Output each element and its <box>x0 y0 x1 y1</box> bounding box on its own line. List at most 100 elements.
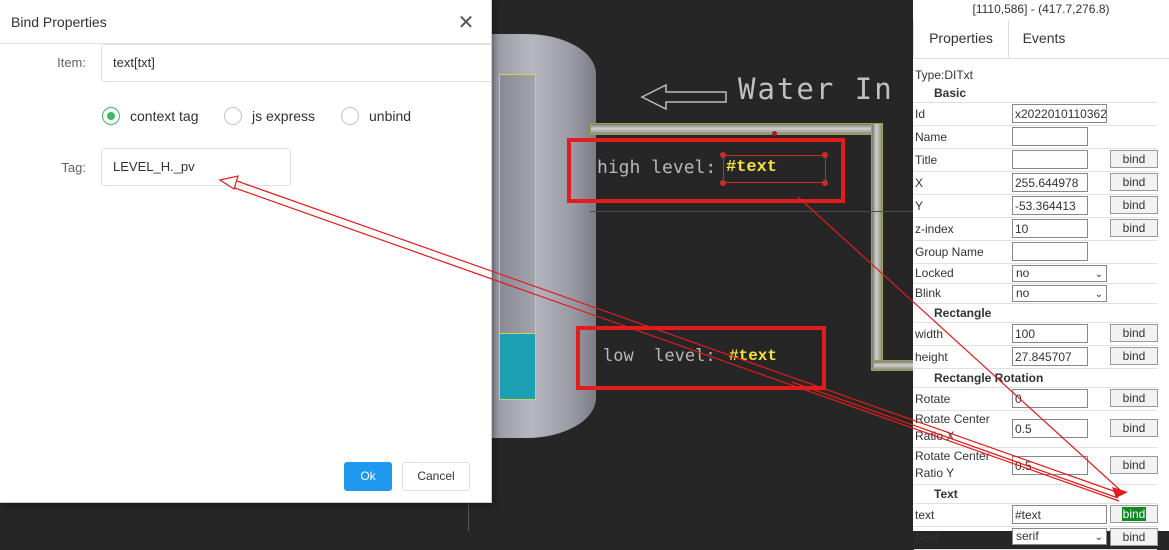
title-field[interactable] <box>1012 150 1088 169</box>
low-level-text-value[interactable]: #text <box>729 347 777 365</box>
name-field[interactable] <box>1012 127 1088 146</box>
row-rotate-center-x: Rotate Center Ratio X 0.5 bind <box>914 411 1158 448</box>
high-level-label: high level: <box>597 157 717 178</box>
row-y: Y -53.364413 bind <box>914 195 1158 218</box>
properties-panel: [1110,586] - (417.7,276.8) Properties Ev… <box>913 0 1169 550</box>
item-field[interactable]: text[txt] <box>101 44 491 82</box>
chevron-down-icon: ⌄ <box>1094 269 1103 280</box>
radio-label: js express <box>252 108 316 124</box>
bind-button[interactable]: bind <box>1110 456 1158 474</box>
prop-label: Font <box>915 531 940 545</box>
pipe-horizontal-top[interactable] <box>590 123 882 135</box>
bind-button[interactable]: bind <box>1110 219 1158 237</box>
pipe-joint-dot <box>772 131 777 136</box>
radio-unchecked-icon <box>341 107 359 125</box>
prop-label: Rotate <box>915 392 951 406</box>
row-blink: Blink no ⌄ <box>914 284 1157 304</box>
low-level-label: low level: <box>603 346 716 366</box>
prop-label: Name <box>915 130 948 144</box>
row-group-name: Group Name <box>914 241 1157 264</box>
chevron-down-icon: ⌄ <box>1094 289 1103 300</box>
panel-tabs: Properties Events <box>913 20 1169 59</box>
height-field[interactable]: 27.845707 <box>1012 347 1088 366</box>
bind-button-active[interactable]: bind <box>1110 505 1158 523</box>
row-x: X 255.644978 bind <box>914 172 1158 195</box>
chevron-down-icon: ⌄ <box>1094 532 1103 543</box>
cursor-coordinates: [1110,586] - (417.7,276.8) <box>972 2 1110 16</box>
cancel-button[interactable]: Cancel <box>402 462 470 491</box>
radio-label: unbind <box>369 108 412 124</box>
row-width: width 100 bind <box>914 323 1158 346</box>
pipe-horizontal-bottom[interactable] <box>873 360 915 371</box>
tab-events[interactable]: Events <box>1009 20 1079 57</box>
level-gauge-fill <box>500 333 535 399</box>
radio-checked-icon <box>102 107 120 125</box>
prop-label: Locked <box>915 266 954 280</box>
section-basic: Basic <box>914 84 1157 103</box>
group-name-field[interactable] <box>1012 242 1088 261</box>
row-rotate-center-y: Rotate Center Ratio Y 0.5 bind <box>914 448 1158 485</box>
row-name: Name <box>914 126 1157 149</box>
section-rotation: Rectangle Rotation <box>914 369 1157 388</box>
y-field[interactable]: -53.364413 <box>1012 196 1088 215</box>
bind-active-label: bind <box>1121 507 1147 521</box>
tag-field[interactable]: LEVEL_H._pv <box>101 148 291 186</box>
property-grid: Basic Id x2022010110362 Name Title bind … <box>914 84 1158 550</box>
prop-label: Rotate Center Ratio X <box>915 412 990 443</box>
item-label: Item: <box>57 55 86 70</box>
water-in-label: Water In <box>738 72 894 106</box>
selection-handle[interactable] <box>822 152 828 158</box>
row-rotate: Rotate 0 bind <box>914 388 1158 411</box>
width-field[interactable]: 100 <box>1012 324 1088 343</box>
prop-label: Title <box>915 153 938 167</box>
section-rectangle: Rectangle <box>914 304 1157 323</box>
rotate-field[interactable]: 0 <box>1012 389 1088 408</box>
prop-label: Blink <box>915 286 942 300</box>
text-field[interactable]: #text <box>1012 505 1107 524</box>
x-field[interactable]: 255.644978 <box>1012 173 1088 192</box>
prop-label: Group Name <box>915 245 984 259</box>
rotate-center-y-field[interactable]: 0.5 <box>1012 456 1088 475</box>
tab-properties[interactable]: Properties <box>913 20 1009 58</box>
close-icon[interactable]: ✕ <box>456 12 476 34</box>
locked-select[interactable]: no ⌄ <box>1012 265 1107 282</box>
row-id: Id x2022010110362 <box>914 103 1157 126</box>
row-zindex: z-index 10 bind <box>914 218 1158 241</box>
tag-label: Tag: <box>61 160 86 175</box>
radio-label: context tag <box>130 108 199 124</box>
prop-label: z-index <box>915 222 954 236</box>
pipe-vertical[interactable] <box>871 123 883 371</box>
radio-context-tag[interactable]: context tag <box>102 107 199 125</box>
row-height: height 27.845707 bind <box>914 346 1158 369</box>
high-level-text-value[interactable]: #text <box>726 158 777 177</box>
bind-button[interactable]: bind <box>1110 196 1158 214</box>
row-text: text #text bind <box>914 504 1158 527</box>
bind-button[interactable]: bind <box>1110 347 1158 365</box>
prop-label: width <box>915 327 944 341</box>
ok-button[interactable]: Ok <box>344 462 392 491</box>
bind-button[interactable]: bind <box>1110 419 1158 437</box>
radio-js-express[interactable]: js express <box>224 107 315 125</box>
row-locked: Locked no ⌄ <box>914 264 1157 284</box>
radio-unchecked-icon <box>224 107 242 125</box>
selection-handle[interactable] <box>720 180 726 186</box>
canvas-divider-vertical <box>468 500 469 531</box>
bind-button[interactable]: bind <box>1110 173 1158 191</box>
bind-button[interactable]: bind <box>1110 324 1158 342</box>
prop-label: height <box>915 350 948 364</box>
radio-unbind[interactable]: unbind <box>341 107 411 125</box>
id-field[interactable]: x2022010110362 <box>1012 104 1107 123</box>
font-value: serif <box>1016 529 1039 543</box>
dialog-title: Bind Properties <box>11 14 107 30</box>
selection-handle[interactable] <box>822 180 828 186</box>
canvas-divider-line <box>590 211 913 212</box>
rotate-center-x-field[interactable]: 0.5 <box>1012 419 1088 438</box>
blink-select[interactable]: no ⌄ <box>1012 285 1107 302</box>
bind-button[interactable]: bind <box>1110 389 1158 407</box>
prop-label: Y <box>915 199 924 213</box>
prop-label: X <box>915 176 924 190</box>
level-gauge[interactable] <box>499 74 536 400</box>
zindex-field[interactable]: 10 <box>1012 219 1088 238</box>
bind-button[interactable]: bind <box>1110 150 1158 168</box>
locked-value: no <box>1016 266 1030 280</box>
